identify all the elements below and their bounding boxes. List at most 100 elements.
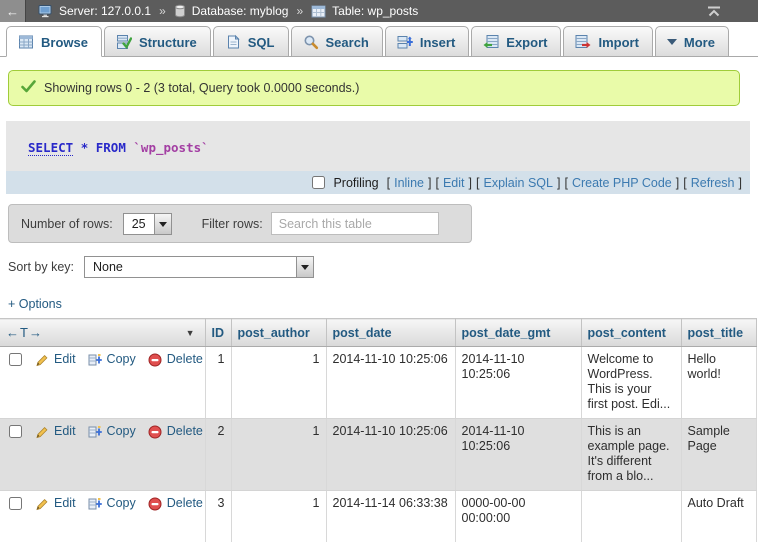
table-row: Edit Copy Delete 1 1 2014-11-10 10:25:06… bbox=[0, 347, 756, 419]
column-header-post-author[interactable]: post_author bbox=[231, 319, 326, 347]
edit-query-link[interactable]: Edit bbox=[443, 176, 465, 190]
sql-keyword-from: FROM bbox=[96, 140, 126, 155]
sort-key-value: None bbox=[85, 257, 131, 277]
bracket: ] bbox=[739, 176, 742, 190]
query-section: SELECT * FROM `wp_posts` Profiling [ Inl… bbox=[6, 121, 750, 194]
tab-more[interactable]: More bbox=[655, 26, 729, 57]
column-header-post-date-gmt[interactable]: post_date_gmt bbox=[455, 319, 581, 347]
cell-post-date-gmt: 2014-11-10 10:25:06 bbox=[455, 419, 581, 491]
column-header-post-title[interactable]: post_title bbox=[681, 319, 756, 347]
sort-label: Sort by key: bbox=[8, 260, 74, 274]
refresh-link[interactable]: Refresh bbox=[691, 176, 735, 190]
actions-header: ←T→ ▼ bbox=[0, 319, 205, 347]
rows-label: Number of rows: bbox=[21, 217, 113, 231]
cell-post-date: 2014-11-14 06:33:38 bbox=[326, 491, 455, 542]
edit-link[interactable]: Edit bbox=[54, 352, 76, 367]
cell-post-title: Sample Page bbox=[681, 419, 756, 491]
chevron-down-icon bbox=[667, 39, 677, 50]
edit-link[interactable]: Edit bbox=[54, 424, 76, 439]
copy-icon bbox=[88, 353, 102, 367]
export-icon bbox=[483, 34, 499, 50]
bracket: ] bbox=[428, 176, 431, 190]
query-toolbar: Profiling [ Inline ] [ Edit ] [ Explain … bbox=[6, 171, 750, 194]
edit-icon bbox=[35, 425, 49, 439]
tab-insert[interactable]: Insert bbox=[385, 26, 469, 57]
copy-link[interactable]: Copy bbox=[107, 424, 136, 439]
cell-post-date-gmt: 0000-00-00 00:00:00 bbox=[455, 491, 581, 542]
select-button bbox=[296, 257, 313, 277]
tab-label: Insert bbox=[420, 35, 455, 50]
edit-icon bbox=[35, 353, 49, 367]
sort-key-select[interactable]: None bbox=[84, 256, 314, 278]
search-icon bbox=[303, 34, 319, 50]
copy-link[interactable]: Copy bbox=[107, 352, 136, 367]
cell-post-content bbox=[581, 491, 681, 542]
breadcrumb-database[interactable]: Database: myblog bbox=[192, 4, 289, 18]
delete-icon bbox=[148, 353, 162, 367]
tab-structure[interactable]: Structure bbox=[104, 26, 211, 57]
results-table: ←T→ ▼ ID post_author post_date post_date… bbox=[0, 318, 757, 542]
tab-label: Browse bbox=[41, 35, 88, 50]
create-php-code-link[interactable]: Create PHP Code bbox=[572, 176, 672, 190]
explain-sql-link[interactable]: Explain SQL bbox=[483, 176, 552, 190]
database-icon bbox=[174, 4, 186, 18]
copy-icon bbox=[88, 497, 102, 511]
row-actions: Edit Copy Delete bbox=[0, 491, 205, 542]
column-header-post-date[interactable]: post_date bbox=[326, 319, 455, 347]
filter-input[interactable] bbox=[271, 212, 439, 235]
breadcrumb-separator: » bbox=[159, 4, 166, 18]
insert-icon bbox=[397, 34, 413, 50]
copy-link[interactable]: Copy bbox=[107, 496, 136, 511]
breadcrumb-table[interactable]: Table: wp_posts bbox=[332, 4, 418, 18]
rows-per-page-value: 25 bbox=[124, 214, 154, 234]
tab-browse[interactable]: Browse bbox=[6, 26, 102, 57]
delete-link[interactable]: Delete bbox=[167, 424, 203, 439]
row-checkbox[interactable] bbox=[9, 425, 22, 438]
delete-icon bbox=[148, 425, 162, 439]
sql-icon bbox=[225, 34, 241, 50]
sql-star: * bbox=[81, 140, 89, 155]
back-button[interactable]: ← bbox=[0, 0, 26, 22]
column-header-id[interactable]: ID bbox=[205, 319, 231, 347]
filter-label: Filter rows: bbox=[202, 217, 263, 231]
tab-import[interactable]: Import bbox=[563, 26, 652, 57]
row-checkbox[interactable] bbox=[9, 353, 22, 366]
sort-row: Sort by key: None bbox=[8, 256, 758, 278]
import-icon bbox=[575, 34, 591, 50]
edit-link[interactable]: Edit bbox=[54, 496, 76, 511]
row-checkbox[interactable] bbox=[9, 497, 22, 510]
transpose-arrows-icon[interactable]: ←T→ bbox=[6, 325, 43, 340]
breadcrumb: Server: 127.0.0.1 » Database: myblog » T… bbox=[38, 4, 418, 18]
sql-keyword-select[interactable]: SELECT bbox=[28, 140, 73, 156]
cell-id: 1 bbox=[205, 347, 231, 419]
cell-post-date: 2014-11-10 10:25:06 bbox=[326, 347, 455, 419]
rows-filter-bar: Number of rows: 25 Filter rows: bbox=[8, 204, 472, 243]
tab-export[interactable]: Export bbox=[471, 26, 561, 57]
cell-post-date-gmt: 2014-11-10 10:25:06 bbox=[455, 347, 581, 419]
tab-sql[interactable]: SQL bbox=[213, 26, 289, 57]
breadcrumb-server[interactable]: Server: 127.0.0.1 bbox=[59, 4, 151, 18]
tab-search[interactable]: Search bbox=[291, 26, 383, 57]
server-icon bbox=[38, 4, 53, 18]
delete-link[interactable]: Delete bbox=[167, 496, 203, 511]
status-text: Showing rows 0 - 2 (3 total, Query took … bbox=[44, 81, 359, 95]
edit-icon bbox=[35, 497, 49, 511]
chevron-down-icon bbox=[159, 222, 167, 231]
profiling-checkbox[interactable] bbox=[312, 176, 325, 189]
rows-per-page-select[interactable]: 25 bbox=[123, 213, 172, 235]
options-toggle[interactable]: + Options bbox=[8, 297, 62, 311]
cell-id: 3 bbox=[205, 491, 231, 542]
sort-indicator-icon[interactable]: ▼ bbox=[186, 328, 195, 338]
select-button bbox=[154, 214, 171, 234]
collapse-icon[interactable] bbox=[706, 5, 722, 18]
cell-post-author: 1 bbox=[231, 347, 326, 419]
cell-post-date: 2014-11-10 10:25:06 bbox=[326, 419, 455, 491]
column-header-post-content[interactable]: post_content bbox=[581, 319, 681, 347]
breadcrumb-bar: ← Server: 127.0.0.1 » Database: myblog »… bbox=[0, 0, 758, 22]
tab-label: Search bbox=[326, 35, 369, 50]
table-header-row: ←T→ ▼ ID post_author post_date post_date… bbox=[0, 319, 756, 347]
delete-link[interactable]: Delete bbox=[167, 352, 203, 367]
back-arrow-icon: ← bbox=[6, 4, 19, 19]
inline-link[interactable]: Inline bbox=[394, 176, 424, 190]
delete-icon bbox=[148, 497, 162, 511]
